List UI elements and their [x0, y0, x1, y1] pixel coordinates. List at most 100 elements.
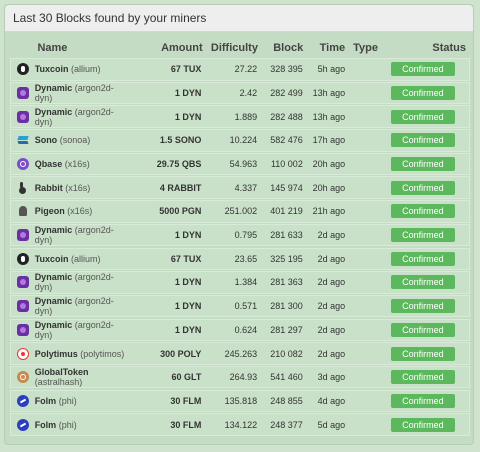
- header-time[interactable]: Time: [303, 42, 345, 54]
- status-badge: Confirmed: [390, 275, 455, 290]
- dyn-icon: [16, 110, 29, 123]
- time-cell: 5d ago: [317, 419, 346, 430]
- block-cell: 282 488: [270, 111, 303, 122]
- table-row[interactable]: Pigeon (x16s) 5000 PGN 251.002 401 219 21h a…: [10, 200, 470, 223]
- table-header: Name Amount Difficulty Block Time Type S…: [10, 37, 470, 58]
- coin-name-cell: Tuxcoin (allium): [35, 254, 128, 264]
- time-cell: 21h ago: [312, 206, 346, 217]
- coin-name-cell: Folm (phi): [35, 396, 128, 406]
- table-row[interactable]: Dynamic (argon2d-dyn) 1 DYN 0.571 281 300 2d…: [10, 294, 470, 318]
- amount-cell: 67 TUX: [170, 64, 202, 75]
- coin-name: Folm: [34, 395, 57, 406]
- header-status[interactable]: Status: [378, 42, 470, 54]
- amount-cell: 1 DYN: [174, 87, 202, 98]
- block-cell: 281 297: [270, 324, 303, 335]
- coin-name: Dynamic: [34, 296, 73, 307]
- table-row[interactable]: Dynamic (argon2d-dyn) 1 DYN 1.889 282 488 13…: [10, 105, 470, 128]
- difficulty-cell: 0.571: [234, 301, 258, 312]
- table-row[interactable]: Rabbit (x16s) 4 RABBIT 4.337 145 974 20h ago…: [10, 176, 470, 199]
- difficulty-cell: 1.889: [234, 111, 258, 122]
- qbs-icon: [16, 158, 29, 170]
- time-cell: 13h ago: [312, 87, 346, 98]
- status-badge: Confirmed: [390, 251, 455, 266]
- difficulty-cell: 245.263: [224, 348, 258, 359]
- amount-cell: 1 DYN: [174, 301, 202, 312]
- header-difficulty[interactable]: Difficulty: [203, 42, 258, 54]
- table-row[interactable]: Tuxcoin (allium) 67 TUX 27.22 328 395 5h ago…: [10, 58, 470, 81]
- block-cell: 401 219: [270, 206, 303, 217]
- block-cell: 282 499: [270, 87, 303, 98]
- difficulty-cell: 134.122: [224, 419, 258, 430]
- dyn-icon: [16, 86, 29, 99]
- coin-name-cell: Folm (phi): [35, 420, 128, 430]
- time-cell: 2d ago: [317, 277, 346, 288]
- status-badge: Confirmed: [390, 393, 455, 408]
- coin-name: Dynamic: [34, 82, 73, 93]
- table-row[interactable]: Tuxcoin (allium) 67 TUX 23.65 325 195 2d ago…: [10, 247, 470, 270]
- blocks-table: Name Amount Difficulty Block Time Type S…: [10, 37, 470, 437]
- coin-name-cell: Dynamic (argon2d-dyn): [35, 83, 128, 103]
- header-name[interactable]: Name: [33, 42, 129, 54]
- header-amount[interactable]: Amount: [130, 42, 203, 54]
- block-cell: 541 460: [270, 372, 303, 383]
- time-cell: 13h ago: [312, 111, 346, 122]
- coin-name-cell: Dynamic (argon2d-dyn): [35, 272, 128, 292]
- coin-algo: (allium): [71, 253, 101, 264]
- time-cell: 5h ago: [317, 64, 346, 75]
- table-row[interactable]: Sono (sonoa) 1.5 SONO 10.224 582 476 17h ago…: [10, 129, 470, 152]
- amount-cell: 1 DYN: [174, 111, 202, 122]
- status-badge: Confirmed: [390, 370, 455, 385]
- coin-algo: (x16s): [67, 206, 93, 217]
- table-row[interactable]: GlobalToken (astralhash) 60 GLT 264.93 541 …: [10, 365, 470, 389]
- table-row[interactable]: Polytimus (polytimos) 300 POLY 245.263 210 …: [10, 342, 470, 365]
- header-type[interactable]: Type: [345, 42, 378, 54]
- flm-icon: [16, 418, 29, 431]
- table-row[interactable]: Folm (phi) 30 FLM 134.122 248 377 5d ago Conf…: [10, 413, 470, 436]
- difficulty-cell: 264.93: [229, 372, 258, 383]
- table-row[interactable]: Dynamic (argon2d-dyn) 1 DYN 0.624 281 297 2d…: [10, 318, 470, 342]
- coin-name-cell: Dynamic (argon2d-dyn): [35, 225, 128, 245]
- tux-icon: [16, 252, 29, 265]
- table-row[interactable]: Dynamic (argon2d-dyn) 1 DYN 1.384 281 363 2d…: [10, 271, 470, 294]
- difficulty-cell: 2.42: [239, 87, 258, 98]
- block-cell: 281 300: [270, 301, 303, 312]
- coin-name: Sono: [34, 135, 58, 146]
- block-cell: 328 395: [270, 64, 303, 75]
- status-badge: Confirmed: [390, 417, 455, 432]
- table-row[interactable]: Qbase (x16s) 29.75 QBS 54.963 110 002 20h ag…: [10, 152, 470, 176]
- block-cell: 110 002: [270, 159, 303, 169]
- rabbit-icon: [17, 181, 29, 194]
- coin-name: Polytimus: [34, 348, 78, 359]
- coin-algo: (x16s): [65, 182, 91, 193]
- coin-name: Dynamic: [34, 225, 73, 236]
- coin-name-cell: Dynamic (argon2d-dyn): [35, 320, 128, 340]
- block-cell: 281 363: [270, 277, 303, 288]
- difficulty-cell: 0.624: [234, 324, 258, 335]
- coin-name: Dynamic: [34, 319, 73, 330]
- status-badge: Confirmed: [390, 133, 455, 148]
- block-cell: 248 377: [270, 419, 303, 430]
- coin-name: Dynamic: [34, 272, 73, 283]
- difficulty-cell: 23.65: [234, 253, 258, 264]
- status-badge: Confirmed: [390, 322, 455, 337]
- table-row[interactable]: Dynamic (argon2d-dyn) 1 DYN 0.795 281 633 2d…: [10, 223, 470, 247]
- header-block[interactable]: Block: [258, 42, 303, 54]
- coin-algo: (x16s): [64, 159, 90, 169]
- coin-algo: (allium): [71, 64, 101, 75]
- time-cell: 2d ago: [317, 230, 346, 241]
- amount-cell: 1.5 SONO: [159, 135, 202, 146]
- coin-name-cell: Sono (sonoa): [35, 135, 128, 145]
- difficulty-cell: 54.963: [229, 159, 258, 169]
- time-cell: 20h ago: [312, 159, 346, 169]
- coin-name: Dynamic: [34, 106, 73, 117]
- status-badge: Confirmed: [390, 228, 455, 243]
- amount-cell: 30 FLM: [170, 419, 202, 430]
- block-cell: 248 855: [270, 395, 303, 406]
- table-row[interactable]: Folm (phi) 30 FLM 135.818 248 855 4d ago Conf…: [10, 389, 470, 413]
- amount-cell: 60 GLT: [171, 372, 202, 383]
- coin-algo: (phi): [58, 419, 77, 430]
- difficulty-cell: 27.22: [234, 64, 258, 75]
- time-cell: 20h ago: [312, 182, 346, 193]
- status-badge: Confirmed: [390, 157, 455, 171]
- table-row[interactable]: Dynamic (argon2d-dyn) 1 DYN 2.42 282 499 13h…: [10, 81, 470, 105]
